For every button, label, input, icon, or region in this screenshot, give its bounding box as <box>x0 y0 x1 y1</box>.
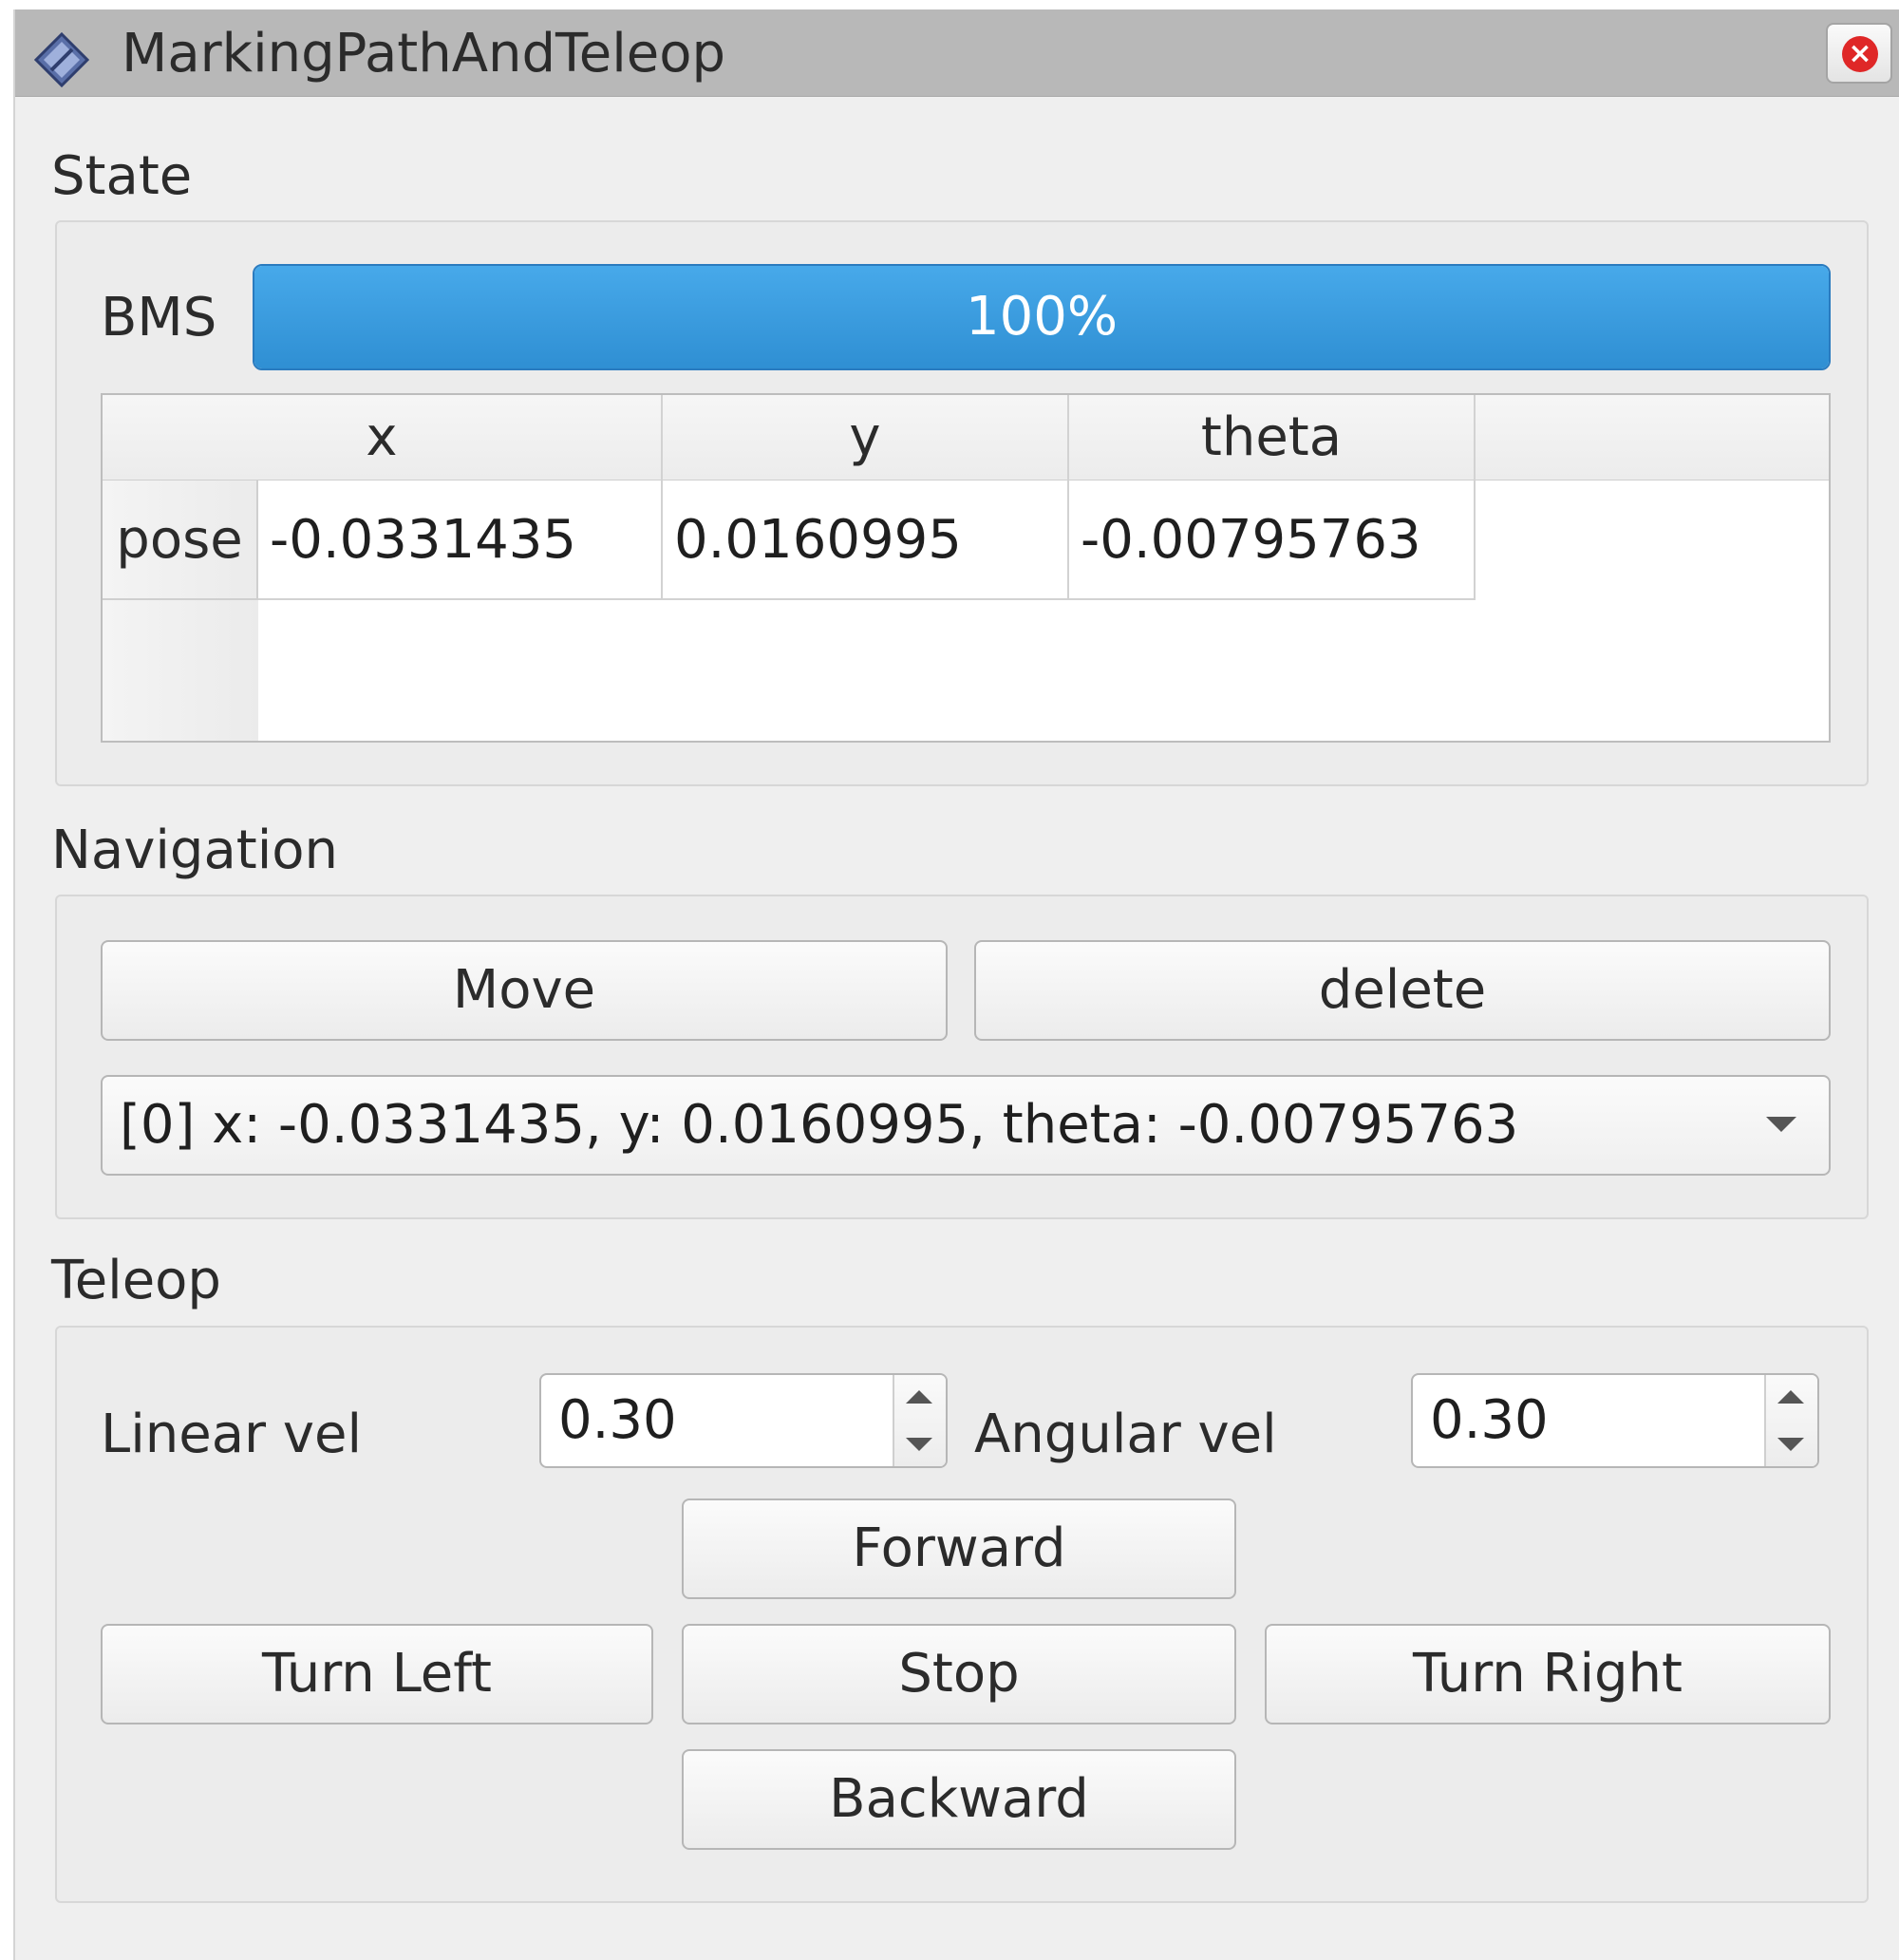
pose-table[interactable]: x y theta pose -0.0331435 0.0160995 -0.0… <box>101 393 1831 743</box>
table-cell-pose-x[interactable]: -0.0331435 <box>258 481 663 600</box>
close-button[interactable]: × <box>1826 23 1892 84</box>
turn-right-button[interactable]: Turn Right <box>1265 1624 1831 1724</box>
state-section-label: State <box>51 145 193 207</box>
close-icon: × <box>1842 36 1878 72</box>
turn-left-button[interactable]: Turn Left <box>101 1624 653 1724</box>
step-up-icon[interactable] <box>906 1390 932 1404</box>
backward-button[interactable]: Backward <box>682 1749 1236 1850</box>
linear-vel-stepper[interactable] <box>893 1375 946 1466</box>
linear-vel-label: Linear vel <box>101 1404 362 1465</box>
angular-vel-stepper[interactable] <box>1764 1375 1817 1466</box>
main-window: MarkingPathAndTeleop × State BMS 100% x … <box>13 9 1899 1960</box>
bms-progress-text: 100% <box>965 286 1119 348</box>
table-cell-pose-theta[interactable]: -0.00795763 <box>1069 481 1476 600</box>
column-header-theta[interactable]: theta <box>1069 395 1476 481</box>
column-header-y[interactable]: y <box>663 395 1069 481</box>
stop-button[interactable]: Stop <box>682 1624 1236 1724</box>
waypoint-select[interactable]: [0] x: -0.0331435, y: 0.0160995, theta: … <box>101 1075 1831 1176</box>
delete-button[interactable]: delete <box>974 940 1831 1041</box>
column-header-x[interactable]: x <box>103 395 663 481</box>
angular-vel-label: Angular vel <box>974 1404 1277 1465</box>
step-down-icon[interactable] <box>1777 1438 1804 1451</box>
angular-vel-spinbox[interactable]: 0.30 <box>1411 1373 1819 1468</box>
navigation-section-label: Navigation <box>51 820 339 881</box>
diamond-app-icon <box>34 32 89 87</box>
step-up-icon[interactable] <box>1777 1390 1804 1404</box>
title-bar[interactable]: MarkingPathAndTeleop × <box>15 9 1899 97</box>
linear-vel-value[interactable]: 0.30 <box>558 1375 677 1466</box>
move-button[interactable]: Move <box>101 940 948 1041</box>
table-cell-pose-y[interactable]: 0.0160995 <box>663 481 1069 600</box>
linear-vel-spinbox[interactable]: 0.30 <box>539 1373 948 1468</box>
teleop-section-label: Teleop <box>51 1250 221 1311</box>
forward-button[interactable]: Forward <box>682 1498 1236 1599</box>
step-down-icon[interactable] <box>906 1438 932 1451</box>
angular-vel-value[interactable]: 0.30 <box>1430 1375 1549 1466</box>
row-header-pose[interactable]: pose <box>103 481 258 600</box>
chevron-down-icon <box>1766 1117 1796 1132</box>
window-title: MarkingPathAndTeleop <box>122 23 726 85</box>
bms-label: BMS <box>101 287 217 349</box>
waypoint-select-value: [0] x: -0.0331435, y: 0.0160995, theta: … <box>120 1094 1519 1156</box>
bms-progress-bar: 100% <box>253 264 1831 370</box>
